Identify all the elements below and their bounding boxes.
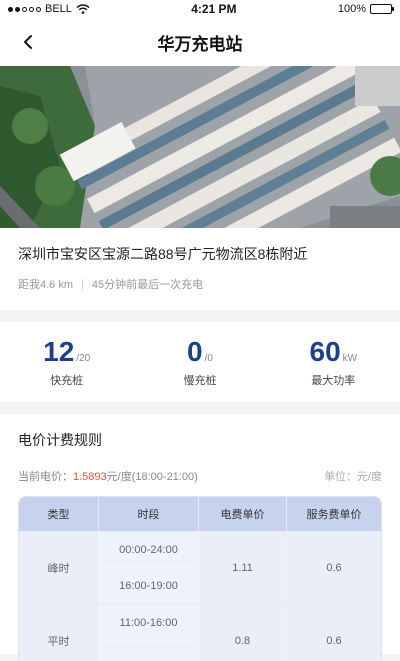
price-table: 类型 时段 电费单价 服务费单价 峰时 00:00-24:00 16:00-19… bbox=[18, 496, 382, 661]
back-button[interactable] bbox=[14, 28, 42, 56]
header-type: 类型 bbox=[19, 497, 99, 531]
last-charge-time: 45分钟前最后一次充电 bbox=[91, 279, 204, 291]
row-electricity-price: 1.11 bbox=[199, 532, 287, 604]
header-service-price: 服务费单价 bbox=[306, 509, 362, 521]
carrier-label: BELL bbox=[45, 3, 72, 15]
station-distance: 距我4.6 km bbox=[18, 279, 74, 291]
status-right: 100% bbox=[337, 3, 394, 15]
current-price-row: 当前电价：1.5893元/度(18:00-21:00) 单位：元/度 bbox=[18, 468, 382, 484]
aerial-image bbox=[0, 66, 400, 228]
current-price-label: 当前电价： bbox=[18, 471, 73, 483]
station-address: 深圳市宝安区宝源二路88号广元物流区8栋附近 bbox=[18, 246, 308, 262]
station-info-card: 深圳市宝安区宝源二路88号广元物流区8栋附近 距我4.6 km | 45分钟前最… bbox=[0, 228, 400, 310]
row-type: 平时 bbox=[19, 605, 99, 661]
stat-slow-chargers: 0 /0 慢充桩 bbox=[133, 336, 266, 388]
fast-charger-total: /20 bbox=[76, 353, 91, 364]
row-service-price: 0.6 bbox=[326, 562, 342, 574]
charger-stats: 12 /20 快充桩 0 /0 慢充桩 60 kW 最大功率 bbox=[0, 322, 400, 402]
row-period bbox=[99, 641, 198, 661]
wifi-icon bbox=[76, 4, 90, 14]
page-title: 华万充电站 bbox=[157, 34, 243, 54]
row-periods: 00:00-24:00 16:00-19:00 bbox=[99, 532, 199, 604]
fast-charger-count: 12 bbox=[43, 336, 75, 367]
station-meta: 距我4.6 km | 45分钟前最后一次充电 bbox=[18, 276, 382, 292]
meta-divider: | bbox=[81, 278, 84, 290]
row-electricity-price: 0.8 bbox=[199, 605, 287, 661]
row-period: 11:00-16:00 bbox=[99, 605, 198, 641]
signal-icon bbox=[8, 6, 41, 12]
battery-icon bbox=[369, 4, 394, 14]
current-price: 当前电价：1.5893元/度(18:00-21:00) bbox=[18, 468, 198, 484]
status-time: 4:21 PM bbox=[191, 2, 237, 16]
slow-charger-label: 慢充桩 bbox=[183, 375, 217, 387]
pricing-title: 电价计费规则 bbox=[18, 432, 102, 448]
table-row: 峰时 00:00-24:00 16:00-19:00 1.11 0.6 bbox=[19, 531, 381, 604]
status-bar: BELL 4:21 PM 100% bbox=[0, 0, 400, 18]
row-period: 00:00-24:00 bbox=[99, 532, 198, 568]
max-power-unit: kW bbox=[342, 353, 358, 364]
battery-percent: 100% bbox=[337, 3, 366, 15]
stat-max-power: 60 kW 最大功率 bbox=[267, 336, 400, 388]
header-period: 时段 bbox=[99, 497, 199, 531]
slow-charger-count: 0 bbox=[187, 336, 203, 367]
pricing-section: 电价计费规则 当前电价：1.5893元/度(18:00-21:00) 单位：元/… bbox=[0, 414, 400, 661]
chevron-left-icon bbox=[24, 35, 32, 49]
stat-fast-chargers: 12 /20 快充桩 bbox=[0, 336, 133, 388]
station-photo bbox=[0, 66, 400, 228]
row-service-price: 0.6 bbox=[326, 635, 342, 647]
max-power-value: 60 bbox=[309, 336, 341, 367]
max-power-label: 最大功率 bbox=[311, 375, 356, 387]
nav-bar: 华万充电站 bbox=[0, 18, 400, 66]
header-electricity-price: 电费单价 bbox=[199, 497, 287, 531]
slow-charger-total: /0 bbox=[204, 353, 213, 364]
fast-charger-label: 快充桩 bbox=[50, 375, 84, 387]
row-periods: 11:00-16:00 bbox=[99, 605, 199, 661]
current-price-value: 1.5893 bbox=[73, 471, 107, 483]
row-type: 峰时 bbox=[19, 532, 99, 604]
price-table-header: 类型 时段 电费单价 服务费单价 bbox=[19, 497, 381, 531]
price-unit-hint: 单位：元/度 bbox=[323, 471, 382, 483]
current-price-suffix: 元/度(18:00-21:00) bbox=[106, 471, 198, 483]
table-row: 平时 11:00-16:00 0.8 0.6 bbox=[19, 604, 381, 661]
row-period: 16:00-19:00 bbox=[119, 580, 178, 592]
status-left: BELL bbox=[8, 3, 90, 15]
